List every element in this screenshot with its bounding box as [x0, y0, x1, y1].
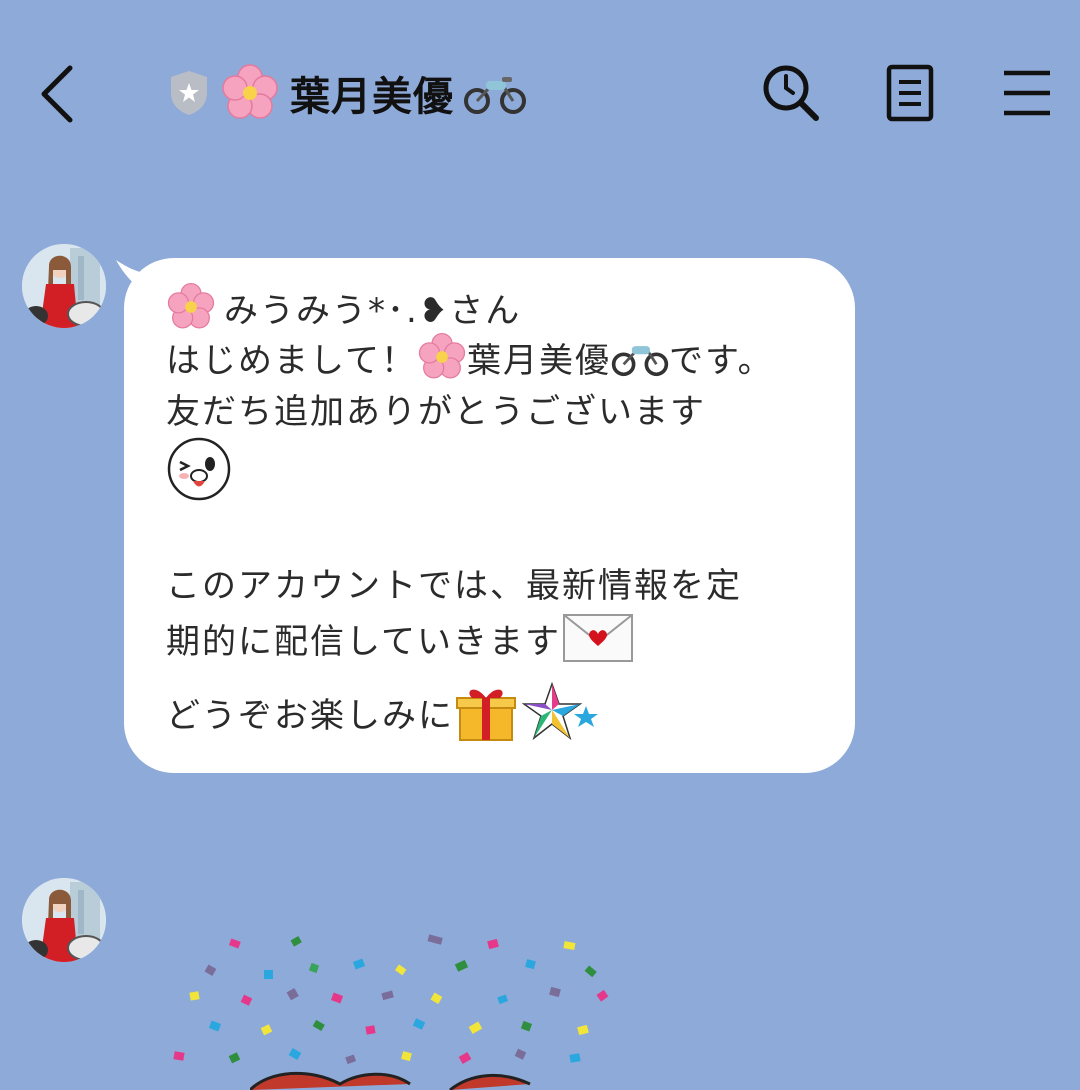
- motorcycle-icon: [464, 77, 526, 114]
- love-letter-icon: [562, 614, 633, 662]
- contact-name: 葉月美優: [290, 74, 454, 120]
- avatar-photo: [22, 878, 106, 962]
- avatar[interactable]: [22, 878, 106, 962]
- menu-icon[interactable]: [1000, 62, 1062, 124]
- sender-name-text: 葉月美優: [466, 340, 611, 381]
- closing-text: どうぞお楽しみに: [166, 695, 454, 736]
- sticker-partial: [250, 1071, 531, 1090]
- notes-icon[interactable]: [880, 62, 942, 124]
- greeting-end-text: です。: [668, 340, 774, 381]
- cherry-blossom-icon: [167, 283, 215, 329]
- message-recipient-name: みうみう*･.❥さん: [224, 290, 522, 331]
- message-line-1: みうみう*･.❥さん: [166, 282, 521, 332]
- message-line-5: このアカウントでは、最新情報を定: [166, 566, 742, 606]
- message-line-6: 期的に配信していきます: [166, 610, 635, 666]
- avatar[interactable]: [22, 244, 106, 328]
- back-chevron-icon[interactable]: [30, 62, 90, 126]
- shield-star-icon: [171, 71, 207, 115]
- cherry-blossom-icon: [222, 64, 278, 119]
- message-line-7: どうぞお楽しみに: [166, 680, 600, 744]
- schedule-text: 期的に配信していきます: [166, 621, 561, 662]
- wink-face-icon: [167, 437, 231, 501]
- greeting-text: はじめまして！: [166, 340, 417, 381]
- confetti-sticker[interactable]: [170, 930, 620, 1080]
- message-line-3: 友だち追加ありがとうございます: [166, 392, 706, 432]
- cherry-blossom-icon: [418, 333, 466, 379]
- chat-header: 葉月美優: [0, 0, 1080, 190]
- chat-title[interactable]: 葉月美優: [168, 58, 526, 128]
- message-line-4: [166, 436, 232, 502]
- star-icon: [522, 681, 598, 741]
- message-line-2: はじめまして！ 葉月美優 です。: [166, 332, 774, 382]
- motorcycle-icon: [611, 346, 669, 377]
- avatar-photo: [22, 244, 106, 328]
- gift-icon: [456, 689, 516, 741]
- search-icon[interactable]: [760, 62, 822, 124]
